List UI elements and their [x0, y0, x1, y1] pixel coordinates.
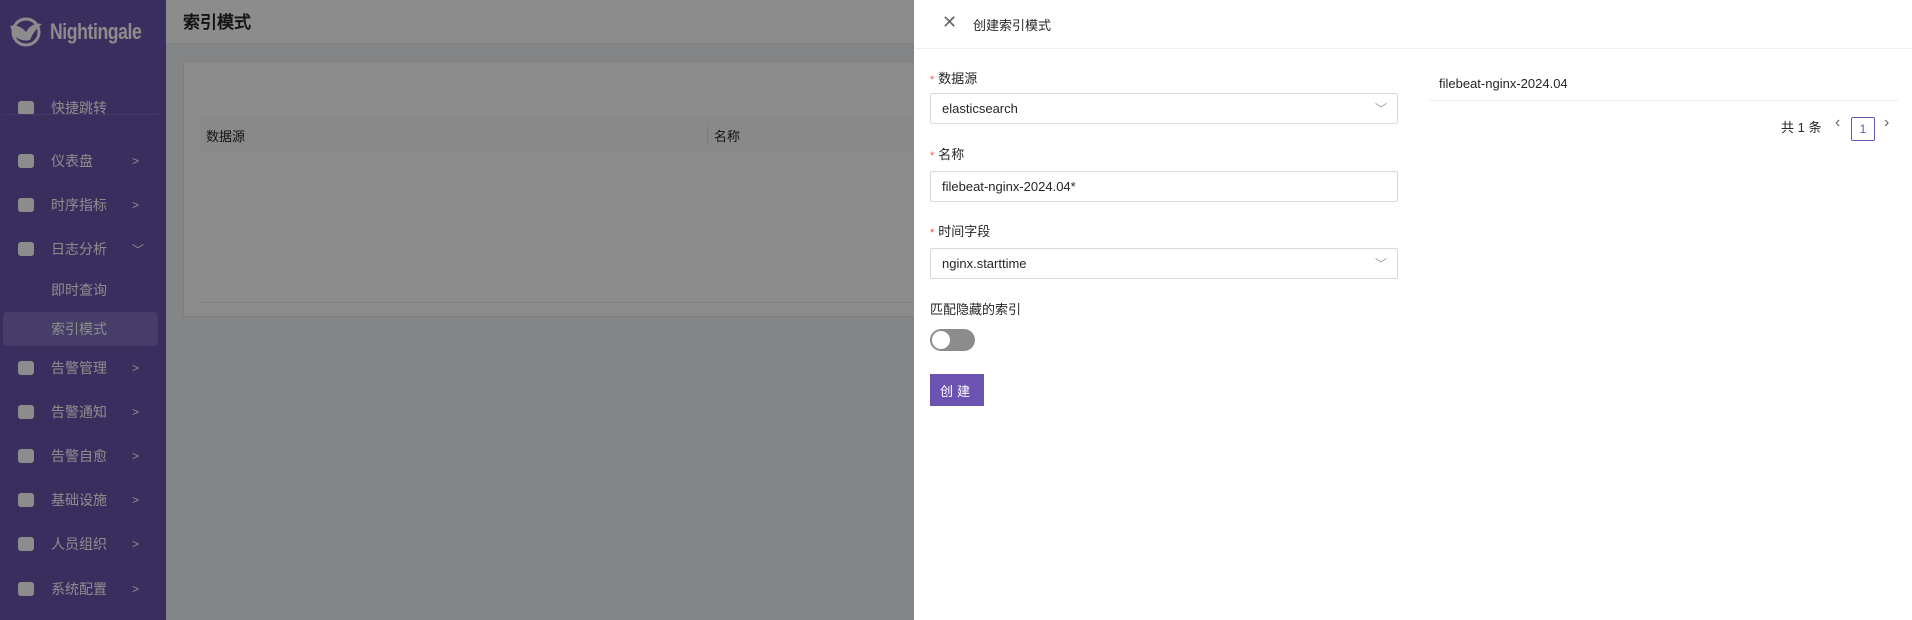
toggle-knob — [932, 331, 950, 349]
create-index-pattern-drawer: ✕ 创建索引模式 * 数据源 elasticsearch ﹀ * 名称 filebea… — [914, 0, 1912, 620]
chevron-down-icon: ﹀ — [1374, 102, 1387, 116]
hidden-index-label: 匹配隐藏的索引 — [930, 302, 1022, 317]
next-page-button[interactable]: › — [1884, 114, 1889, 132]
datasource-label: * 数据源 — [930, 71, 978, 86]
pagination-total: 共 1 条 — [1781, 120, 1822, 135]
drawer-header: ✕ 创建索引模式 — [914, 0, 1912, 49]
list-item: filebeat-nginx-2024.04 — [1429, 67, 1898, 101]
close-icon[interactable]: ✕ — [942, 12, 957, 33]
page-1-button[interactable]: 1 — [1851, 117, 1875, 141]
time-field-label: * 时间字段 — [930, 224, 991, 239]
prev-page-button[interactable]: ‹ — [1835, 114, 1840, 132]
name-label: * 名称 — [930, 147, 965, 162]
hidden-index-toggle[interactable] — [930, 329, 975, 351]
datasource-select[interactable]: elasticsearch ﹀ — [930, 93, 1398, 124]
chevron-down-icon: ﹀ — [1374, 257, 1387, 271]
drawer-title: 创建索引模式 — [973, 18, 1052, 33]
name-input[interactable]: filebeat-nginx-2024.04* — [930, 171, 1398, 202]
time-field-select[interactable]: nginx.starttime ﹀ — [930, 248, 1398, 279]
create-button[interactable]: 创建 — [930, 374, 984, 406]
